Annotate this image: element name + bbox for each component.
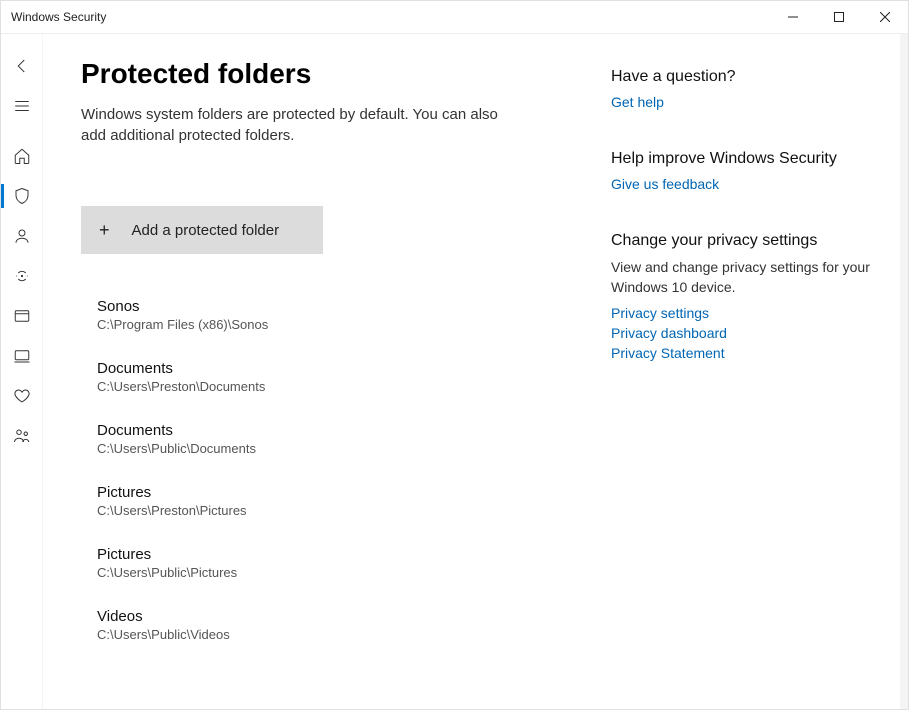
home-icon (13, 147, 31, 165)
folder-path: C:\Users\Public\Pictures (97, 565, 571, 580)
help-section: Have a question? Get help (611, 68, 871, 110)
nav-home[interactable] (1, 136, 43, 176)
back-icon (13, 57, 31, 75)
nav-menu[interactable] (1, 86, 43, 126)
help-heading: Have a question? (611, 68, 871, 86)
feedback-link[interactable]: Give us feedback (611, 176, 871, 192)
heart-icon (13, 387, 31, 405)
window: Windows Security (0, 0, 909, 710)
nav-device-security[interactable] (1, 336, 43, 376)
folder-name: Pictures (97, 546, 571, 563)
add-protected-folder-button[interactable]: + Add a protected folder (81, 206, 323, 254)
nav-family-options[interactable] (1, 416, 43, 456)
family-icon (13, 427, 31, 445)
nav-account-protection[interactable] (1, 216, 43, 256)
app-browser-icon (13, 307, 31, 325)
maximize-icon (834, 12, 844, 22)
right-column: Have a question? Get help Help improve W… (611, 54, 871, 669)
nav-firewall[interactable] (1, 256, 43, 296)
content-area: Protected folders Windows system folders… (43, 34, 908, 709)
folder-path: C:\Users\Public\Videos (97, 627, 571, 642)
privacy-text: View and change privacy settings for you… (611, 258, 871, 297)
privacy-section: Change your privacy settings View and ch… (611, 232, 871, 361)
maximize-button[interactable] (816, 1, 862, 33)
folder-name: Documents (97, 360, 571, 377)
folder-path: C:\Program Files (x86)\Sonos (97, 317, 571, 332)
nav-app-browser[interactable] (1, 296, 43, 336)
add-button-label: Add a protected folder (132, 222, 280, 239)
page-description: Windows system folders are protected by … (81, 104, 521, 146)
feedback-section: Help improve Windows Security Give us fe… (611, 150, 871, 192)
body: Protected folders Windows system folders… (1, 34, 908, 709)
folder-item[interactable]: Pictures C:\Users\Public\Pictures (97, 546, 571, 580)
plus-icon: + (99, 221, 110, 239)
folder-item[interactable]: Videos C:\Users\Public\Videos (97, 608, 571, 642)
scrollbar[interactable] (900, 34, 908, 709)
privacy-statement-link[interactable]: Privacy Statement (611, 345, 871, 361)
minimize-button[interactable] (770, 1, 816, 33)
get-help-link[interactable]: Get help (611, 94, 871, 110)
close-button[interactable] (862, 1, 908, 33)
folder-name: Documents (97, 422, 571, 439)
folder-item[interactable]: Documents C:\Users\Preston\Documents (97, 360, 571, 394)
close-icon (880, 12, 890, 22)
main: Protected folders Windows system folders… (43, 34, 908, 709)
title-bar: Windows Security (1, 1, 908, 34)
folder-name: Pictures (97, 484, 571, 501)
nav-back[interactable] (1, 46, 43, 86)
hamburger-icon (13, 97, 31, 115)
folder-item[interactable]: Documents C:\Users\Public\Documents (97, 422, 571, 456)
page-title: Protected folders (81, 58, 571, 90)
shield-icon (13, 187, 31, 205)
feedback-heading: Help improve Windows Security (611, 150, 871, 168)
folder-path: C:\Users\Preston\Documents (97, 379, 571, 394)
person-icon (13, 227, 31, 245)
folder-path: C:\Users\Preston\Pictures (97, 503, 571, 518)
left-column: Protected folders Windows system folders… (81, 54, 571, 669)
folder-path: C:\Users\Public\Documents (97, 441, 571, 456)
wifi-icon (13, 267, 31, 285)
folder-item[interactable]: Pictures C:\Users\Preston\Pictures (97, 484, 571, 518)
folder-name: Sonos (97, 298, 571, 315)
folder-item[interactable]: Sonos C:\Program Files (x86)\Sonos (97, 298, 571, 332)
minimize-icon (788, 12, 798, 22)
privacy-dashboard-link[interactable]: Privacy dashboard (611, 325, 871, 341)
privacy-settings-link[interactable]: Privacy settings (611, 305, 871, 321)
device-icon (13, 347, 31, 365)
window-controls (770, 1, 908, 33)
nav-rail (1, 34, 43, 709)
nav-virus-protection[interactable] (1, 176, 43, 216)
folder-name: Videos (97, 608, 571, 625)
nav-device-performance[interactable] (1, 376, 43, 416)
window-title: Windows Security (1, 10, 106, 24)
privacy-heading: Change your privacy settings (611, 232, 871, 250)
